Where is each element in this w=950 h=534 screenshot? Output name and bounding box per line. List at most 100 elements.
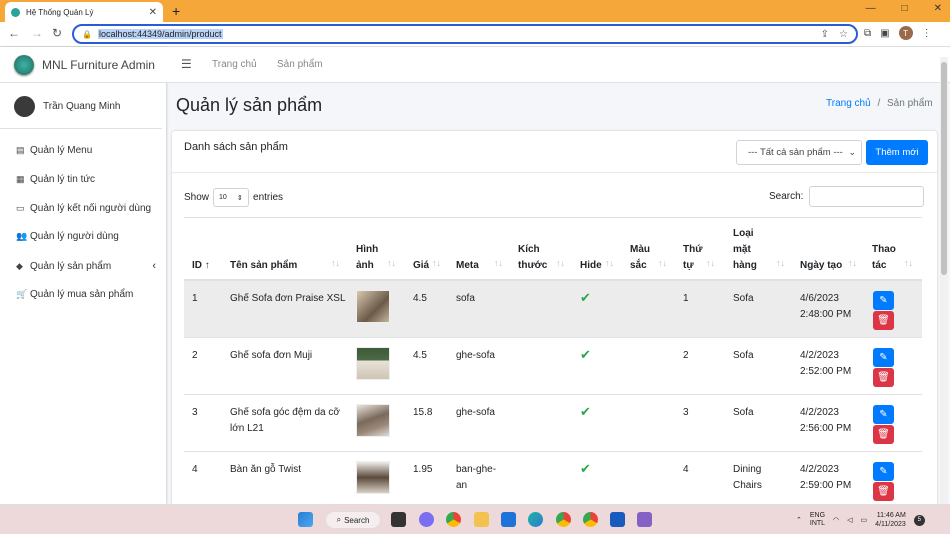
sort-icon: ↑↓ [658, 258, 667, 268]
col-price[interactable]: Giá [413, 258, 429, 274]
star-icon[interactable]: ☆ [839, 29, 848, 40]
forward-icon[interactable]: → [31, 26, 43, 40]
check-icon: ✔ [580, 404, 591, 419]
col-date[interactable]: Ngày tạo [800, 258, 842, 274]
page-size-select[interactable]: 10 ⇕ [213, 188, 250, 207]
sort-icon: ↑↓ [904, 258, 913, 268]
table-row[interactable]: 3 Ghế sofa góc đệm da cỡ lớn L21 15.8 ghe… [184, 395, 922, 452]
edit-icon: ✎ [879, 352, 888, 363]
col-actions[interactable]: Thao tác [872, 242, 896, 274]
notification-badge[interactable]: 5 [913, 514, 925, 526]
delete-button[interactable]: 🗑 [873, 368, 894, 387]
windows-start-icon[interactable] [298, 512, 313, 527]
product-thumbnail [356, 461, 390, 494]
connection-icon: ▭ [16, 203, 25, 213]
reload-icon[interactable]: ↻ [52, 26, 62, 40]
sidebar-item-news[interactable]: ▦ Quản lý tin tức [16, 174, 156, 185]
visual-studio-icon[interactable] [637, 512, 652, 527]
address-bar[interactable]: 🔒 localhost:44349/admin/product ⇪ ☆ [72, 24, 858, 44]
col-id[interactable]: ID ↑ [192, 258, 210, 274]
edit-button[interactable]: ✎ [873, 348, 894, 367]
col-meta[interactable]: Meta [456, 258, 479, 274]
add-product-button[interactable]: Thêm mới [866, 140, 928, 165]
task-view-icon[interactable] [391, 512, 406, 527]
trash-icon: 🗑 [877, 486, 890, 497]
share-icon[interactable]: ⇪ [821, 29, 829, 40]
extensions-icon[interactable]: ⧉ [864, 28, 871, 39]
close-window-button[interactable]: ✕ [934, 3, 942, 14]
nav-home[interactable]: Trang chủ [212, 59, 257, 70]
breadcrumb-home[interactable]: Trang chủ [826, 98, 871, 109]
close-tab-icon[interactable]: ✕ [149, 7, 157, 18]
nav-products[interactable]: Sản phẩm [277, 59, 323, 70]
edit-button[interactable]: ✎ [873, 405, 894, 424]
language-indicator[interactable]: ENG INTL [810, 512, 825, 528]
new-tab-button[interactable]: + [172, 3, 180, 19]
category-filter-select[interactable]: --- Tất cả sản phẩm --- ⌄ [736, 140, 862, 165]
table-row[interactable]: 2 Ghế sofa đơn Muji 4.5 ghe-sofa ✔ 2 Sof… [184, 338, 922, 395]
sidebar-item-menu[interactable]: ▤ Quản lý Menu [16, 145, 156, 156]
sort-icon: ↑↓ [848, 258, 857, 268]
user-panel[interactable]: Trần Quang Minh [0, 84, 162, 129]
delete-button[interactable]: 🗑 [873, 482, 894, 501]
product-thumbnail [356, 290, 390, 323]
sidebar-item-orders[interactable]: 🛒 Quản lý mua sản phẩm [16, 289, 156, 300]
maximize-button[interactable]: □ [902, 3, 908, 14]
delete-button[interactable]: 🗑 [873, 311, 894, 330]
chevron-up-icon[interactable]: ⌃ [796, 516, 802, 524]
chat-icon[interactable] [419, 512, 434, 527]
brand[interactable]: MNL Furniture Admin [0, 47, 166, 83]
sort-icon: ↑↓ [331, 258, 340, 268]
edit-button[interactable]: ✎ [873, 462, 894, 481]
page-title: Quản lý sản phẩm [176, 95, 323, 115]
table-row[interactable]: 4 Bàn ăn gỗ Twist 1.95 ban-ghe-an ✔ 4 Di… [184, 452, 922, 509]
edit-button[interactable]: ✎ [873, 291, 894, 310]
sidebar-item-connections[interactable]: ▭ Quản lý kết nối người dùng [16, 203, 156, 214]
sidepanel-icon[interactable]: ▣ [880, 28, 889, 39]
col-image[interactable]: Hình ảnh [356, 242, 378, 274]
edit-icon: ✎ [879, 295, 888, 306]
word-icon[interactable] [610, 512, 625, 527]
col-name[interactable]: Tên sản phẩm [230, 258, 297, 274]
sort-icon: ↑↓ [556, 258, 565, 268]
col-size[interactable]: Kích thước [518, 242, 547, 274]
wifi-icon[interactable]: ◠ [833, 516, 839, 524]
col-hide[interactable]: Hide [580, 258, 602, 274]
cart-icon: 🛒 [16, 289, 28, 299]
edit-icon: ✎ [879, 409, 888, 420]
col-color[interactable]: Màu sắc [630, 242, 650, 274]
lock-icon: 🔒 [82, 29, 92, 39]
system-tray: ⌃ ENG INTL ◠ ◁ ▭ 11:46 AM 4/11/2023 5 [796, 511, 925, 529]
user-name[interactable]: Trần Quang Minh [43, 101, 120, 112]
profile-avatar[interactable]: T [898, 26, 913, 40]
scrollbar-thumb[interactable] [941, 62, 947, 275]
clock[interactable]: 11:46 AM 4/11/2023 [875, 511, 906, 529]
sort-icon: ↑↓ [605, 258, 614, 268]
table-row[interactable]: 1 Ghế Sofa đơn Praise XSL 4.5 sofa ✔ 1 S… [184, 281, 922, 338]
url-text[interactable]: localhost:44349/admin/product [97, 29, 223, 39]
chrome-active-icon[interactable] [583, 512, 598, 527]
top-navbar: ☰ Trang chủ Sản phẩm [166, 47, 950, 83]
sidebar-item-users[interactable]: 👥 Quản lý người dùng [16, 231, 156, 242]
col-order[interactable]: Thứ tự [683, 242, 702, 274]
mail-icon[interactable] [501, 512, 516, 527]
kebab-menu-icon[interactable]: ⋮ [922, 28, 932, 39]
battery-icon[interactable]: ▭ [861, 516, 868, 524]
browser-tab[interactable]: Hệ Thống Quản Lý ✕ [5, 2, 163, 22]
taskbar-search[interactable]: ⌕ Search [325, 511, 381, 529]
chrome-profile-icon[interactable] [556, 512, 571, 527]
hamburger-icon[interactable]: ☰ [181, 57, 192, 71]
table-header: ID ↑ Tên sản phẩm Hình ảnh Giá Meta Kích t… [184, 217, 922, 281]
page-scrollbar[interactable] [940, 57, 948, 504]
edge-icon[interactable] [528, 512, 543, 527]
avatar [14, 95, 35, 117]
col-type[interactable]: Loại mặt hàng [733, 226, 757, 274]
search-input[interactable] [809, 186, 925, 207]
volume-icon[interactable]: ◁ [847, 516, 852, 524]
delete-button[interactable]: 🗑 [873, 425, 894, 444]
minimize-button[interactable]: — [866, 3, 876, 14]
chrome-icon[interactable] [446, 512, 461, 527]
back-icon[interactable]: ← [8, 26, 20, 40]
sidebar-item-products[interactable]: ◆ Quản lý sản phẩm ‹ [16, 260, 156, 272]
file-explorer-icon[interactable] [474, 512, 489, 527]
